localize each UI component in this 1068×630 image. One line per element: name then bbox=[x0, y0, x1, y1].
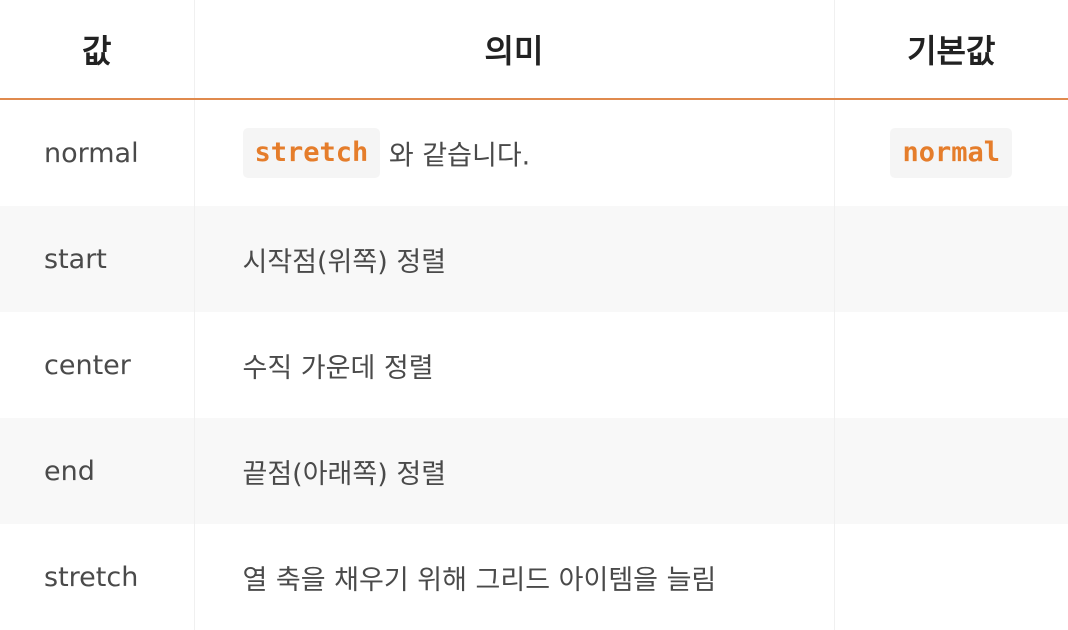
table-header: 값 의미 기본값 bbox=[0, 0, 1068, 100]
inline-code: stretch bbox=[242, 128, 381, 178]
header-value: 값 bbox=[0, 0, 195, 100]
align-values-table: 값 의미 기본값 normal stretch 와 같습니다. normal s… bbox=[0, 0, 1068, 630]
value-cell: normal bbox=[0, 99, 195, 206]
table-body: normal stretch 와 같습니다. normal start 시작점(… bbox=[0, 99, 1068, 630]
header-default: 기본값 bbox=[834, 0, 1068, 100]
meaning-text: 와 같습니다. bbox=[380, 140, 531, 172]
default-cell bbox=[834, 206, 1068, 312]
meaning-cell: 끝점(아래쪽) 정렬 bbox=[194, 418, 835, 524]
meaning-cell: 열 축을 채우기 위해 그리드 아이템을 늘림 bbox=[194, 524, 835, 630]
default-cell: normal bbox=[834, 99, 1068, 206]
value-cell: center bbox=[0, 312, 195, 418]
value-cell: stretch bbox=[0, 524, 195, 630]
default-cell bbox=[834, 312, 1068, 418]
table-row: start 시작점(위쪽) 정렬 bbox=[0, 206, 1068, 312]
table-row: stretch 열 축을 채우기 위해 그리드 아이템을 늘림 bbox=[0, 524, 1068, 630]
table-row: end 끝점(아래쪽) 정렬 bbox=[0, 418, 1068, 524]
value-cell: end bbox=[0, 418, 195, 524]
default-cell bbox=[834, 418, 1068, 524]
table-row: normal stretch 와 같습니다. normal bbox=[0, 99, 1068, 206]
table-row: center 수직 가운데 정렬 bbox=[0, 312, 1068, 418]
default-code: normal bbox=[890, 128, 1013, 178]
value-cell: start bbox=[0, 206, 195, 312]
header-meaning: 의미 bbox=[194, 0, 835, 100]
meaning-cell: stretch 와 같습니다. bbox=[194, 99, 835, 206]
default-cell bbox=[834, 524, 1068, 630]
meaning-cell: 시작점(위쪽) 정렬 bbox=[194, 206, 835, 312]
header-row: 값 의미 기본값 bbox=[0, 0, 1068, 100]
meaning-cell: 수직 가운데 정렬 bbox=[194, 312, 835, 418]
